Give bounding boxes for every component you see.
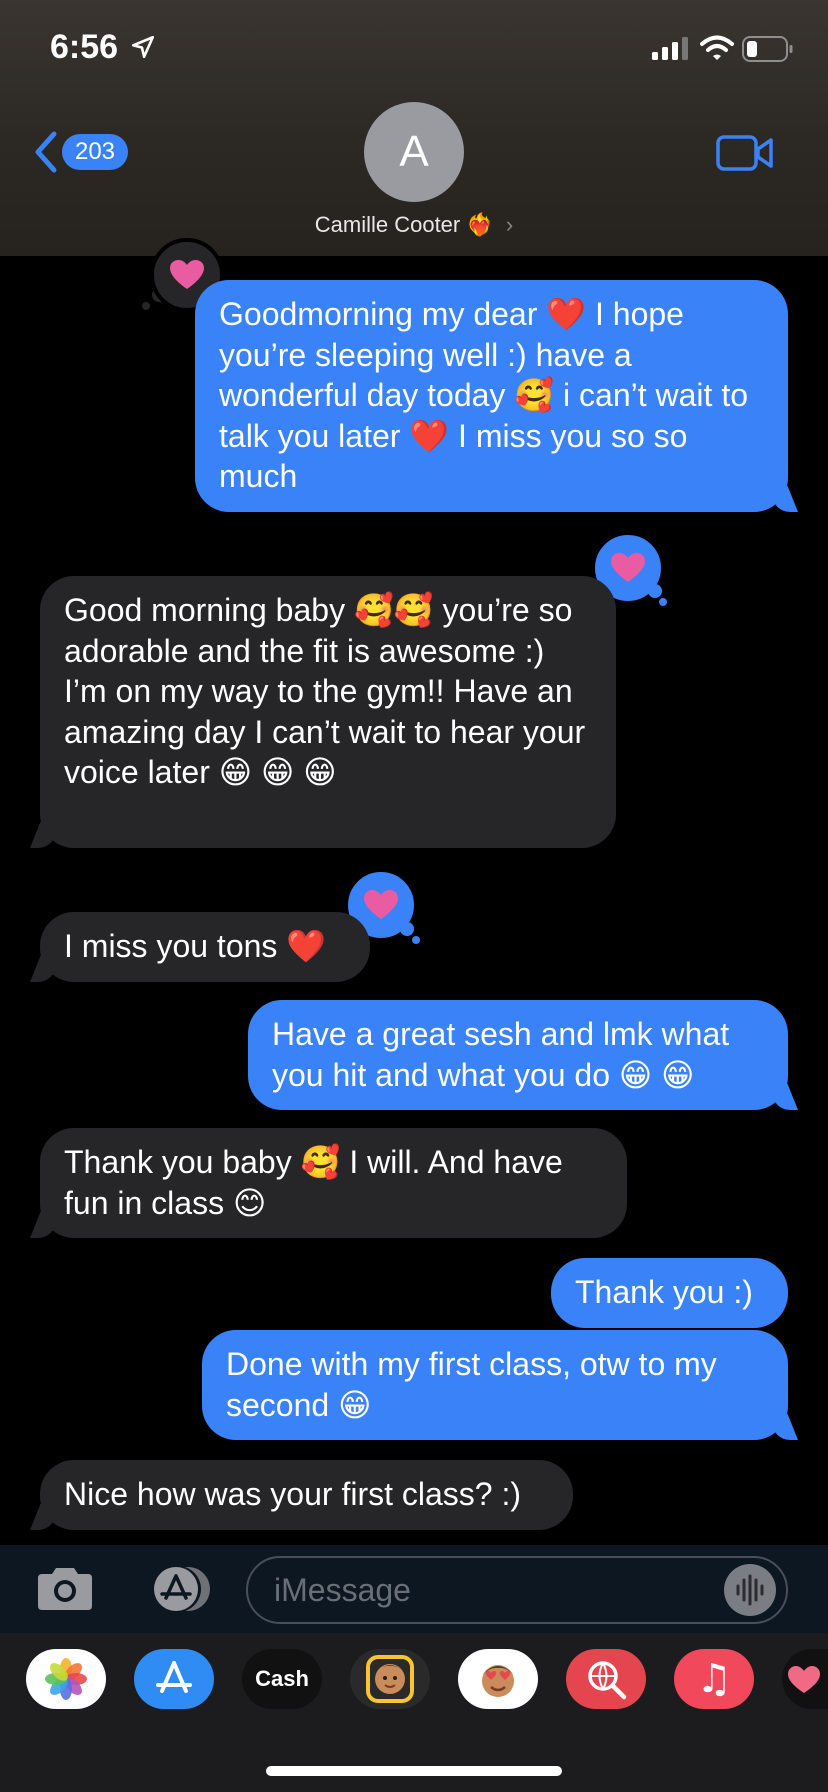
- memoji-stickers-app-icon[interactable]: [458, 1649, 538, 1709]
- sent-message-bubble[interactable]: Have a great sesh and lmk what you hit a…: [248, 1000, 788, 1110]
- battery-icon: [742, 36, 793, 62]
- camera-icon[interactable]: [34, 1564, 96, 1614]
- contact-avatar[interactable]: A: [364, 102, 464, 202]
- photos-app-icon[interactable]: [26, 1649, 106, 1709]
- message-text: Good morning baby 🥰🥰 you’re so adorable …: [64, 592, 586, 790]
- music-app-icon[interactable]: ♫: [674, 1649, 754, 1709]
- location-arrow-icon: [131, 35, 155, 59]
- chevron-left-icon: [35, 131, 57, 173]
- message-text: Nice how was your first class? :): [64, 1476, 522, 1512]
- sent-message-bubble[interactable]: Done with my first class, otw to my seco…: [202, 1330, 788, 1440]
- audio-message-icon[interactable]: [724, 1564, 776, 1616]
- music-note-label: ♫: [696, 1656, 732, 1702]
- cellular-signal-icon: [652, 37, 688, 60]
- sent-message-bubble[interactable]: Goodmorning my dear ❤️ I hope you’re sle…: [195, 280, 788, 512]
- app-store-app-icon[interactable]: [134, 1649, 214, 1709]
- received-message-bubble[interactable]: Thank you baby 🥰 I will. And have fun in…: [40, 1128, 627, 1238]
- received-message-bubble[interactable]: I miss you tons ❤️: [40, 912, 370, 982]
- unread-count-badge: 203: [62, 134, 128, 170]
- home-indicator[interactable]: [266, 1766, 562, 1776]
- back-button[interactable]: 203: [32, 128, 132, 176]
- apple-cash-label: Cash: [255, 1666, 309, 1691]
- tapback-tail-dot: [412, 936, 420, 944]
- chevron-right-icon: ›: [505, 212, 514, 237]
- contact-name-emoji: ❤️‍🔥: [466, 213, 494, 238]
- tapback-tail-dot: [400, 922, 414, 936]
- app-store-drawer-icon[interactable]: [138, 1564, 214, 1614]
- status-time: 6:56: [50, 28, 119, 66]
- sent-message-bubble[interactable]: Thank you :): [551, 1258, 788, 1328]
- message-input[interactable]: iMessage: [246, 1556, 788, 1624]
- message-text: Goodmorning my dear ❤️ I hope you’re sle…: [219, 296, 748, 494]
- contact-name-button[interactable]: Camille Cooter ❤️‍🔥 ›: [0, 212, 828, 238]
- received-message-bubble[interactable]: Nice how was your first class? :): [40, 1460, 573, 1530]
- facetime-video-icon[interactable]: [716, 134, 774, 172]
- tapback-tail-dot: [659, 598, 667, 606]
- tapback-tail-dot: [142, 302, 150, 310]
- waveform-icon: [736, 1574, 764, 1606]
- message-text: I miss you tons ❤️: [64, 928, 327, 964]
- message-input-placeholder: iMessage: [274, 1571, 411, 1608]
- received-message-bubble[interactable]: Good morning baby 🥰🥰 you’re so adorable …: [40, 576, 616, 848]
- wifi-icon: [700, 35, 734, 60]
- web-images-app-icon[interactable]: [566, 1649, 646, 1709]
- heart-icon: [364, 890, 398, 919]
- message-text: Done with my first class, otw to my seco…: [226, 1346, 717, 1423]
- apple-cash-app-icon[interactable]: Cash: [242, 1649, 322, 1709]
- heart-icon: [170, 260, 204, 289]
- contact-name-label: Camille Cooter: [314, 212, 461, 237]
- message-text: Thank you :): [575, 1274, 753, 1310]
- message-text: Have a great sesh and lmk what you hit a…: [272, 1016, 730, 1093]
- tapback-tail-dot: [648, 584, 662, 598]
- heart-icon: [611, 553, 645, 582]
- memoji-app-icon[interactable]: [350, 1649, 430, 1709]
- message-text: Thank you baby 🥰 I will. And have fun in…: [64, 1144, 563, 1221]
